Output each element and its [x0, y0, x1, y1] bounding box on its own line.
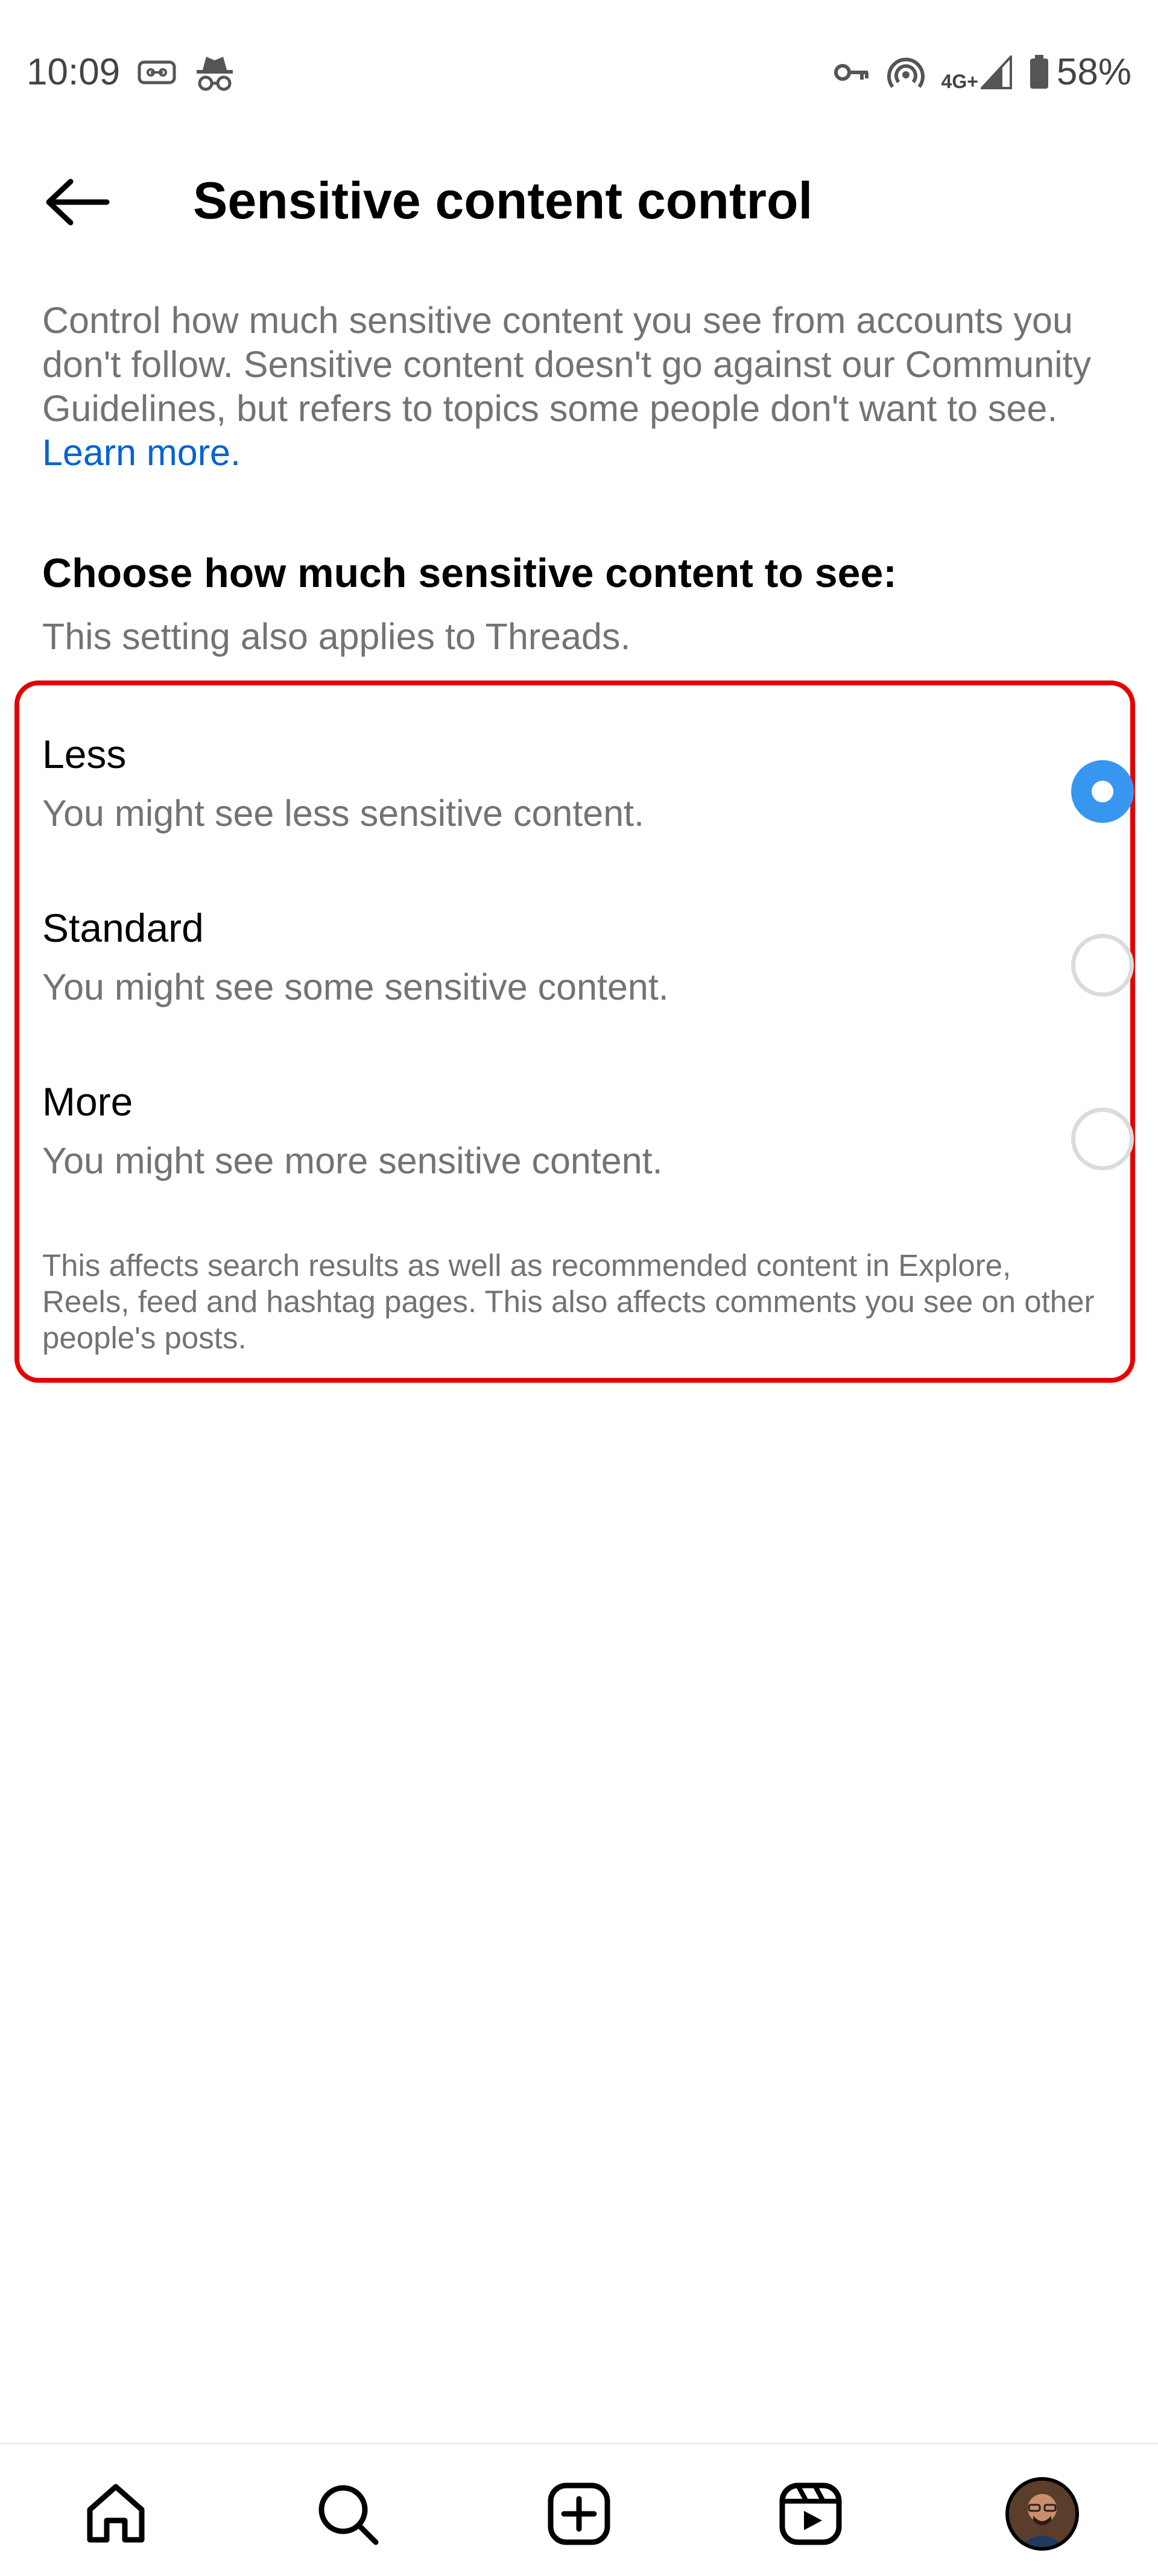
back-button[interactable]	[41, 169, 113, 235]
create-icon	[548, 2482, 610, 2545]
description-body: Control how much sensitive content you s…	[42, 300, 1092, 429]
option-less[interactable]: Less You might see less sensitive conten…	[42, 730, 1134, 881]
option-title: Less	[42, 732, 127, 776]
radio-more[interactable]	[1071, 1108, 1134, 1170]
footnote-text: This affects search results as well as r…	[42, 1248, 1095, 1355]
reels-icon	[779, 2482, 842, 2545]
option-description: You might see less sensitive content.	[42, 793, 645, 834]
battery-percent: 58%	[1056, 51, 1131, 93]
battery-icon	[1030, 55, 1048, 89]
incognito-icon	[197, 57, 233, 91]
signal-icon	[980, 56, 1012, 89]
nav-create[interactable]	[540, 2475, 618, 2553]
learn-more-link[interactable]: Learn more.	[42, 432, 241, 473]
home-icon	[87, 2484, 145, 2543]
profile-avatar	[1005, 2477, 1079, 2551]
radio-less[interactable]	[1071, 760, 1134, 823]
nav-search[interactable]	[308, 2475, 387, 2553]
nav-profile[interactable]	[1003, 2475, 1081, 2553]
cassette-icon	[138, 60, 176, 84]
status-time: 10:09	[27, 51, 121, 93]
option-title: Standard	[42, 906, 204, 950]
status-icons: 4G+ 58%	[833, 49, 1131, 95]
nav-home[interactable]	[77, 2475, 155, 2553]
section-subtitle: This setting also applies to Threads.	[42, 616, 631, 657]
network-type: 4G+	[941, 70, 978, 92]
avatar-image	[1009, 2481, 1075, 2547]
vpn-key-icon	[834, 64, 868, 81]
option-standard[interactable]: Standard You might see some sensitive co…	[42, 904, 1134, 1055]
back-arrow-icon	[46, 179, 110, 226]
page-title: Sensitive content control	[193, 172, 813, 230]
option-more[interactable]: More You might see more sensitive conten…	[42, 1077, 1134, 1228]
option-description: You might see some sensitive content.	[42, 966, 669, 1007]
nav-reels[interactable]	[771, 2475, 850, 2553]
radio-standard[interactable]	[1071, 934, 1134, 997]
hotspot-icon	[887, 57, 925, 88]
section-heading: Choose how much sensitive content to see…	[42, 550, 897, 596]
option-description: You might see more sensitive content.	[42, 1140, 663, 1181]
description-text: Control how much sensitive content you s…	[42, 299, 1116, 475]
search-icon	[318, 2485, 379, 2545]
option-title: More	[42, 1079, 133, 1124]
bottom-nav	[0, 2443, 1158, 2576]
